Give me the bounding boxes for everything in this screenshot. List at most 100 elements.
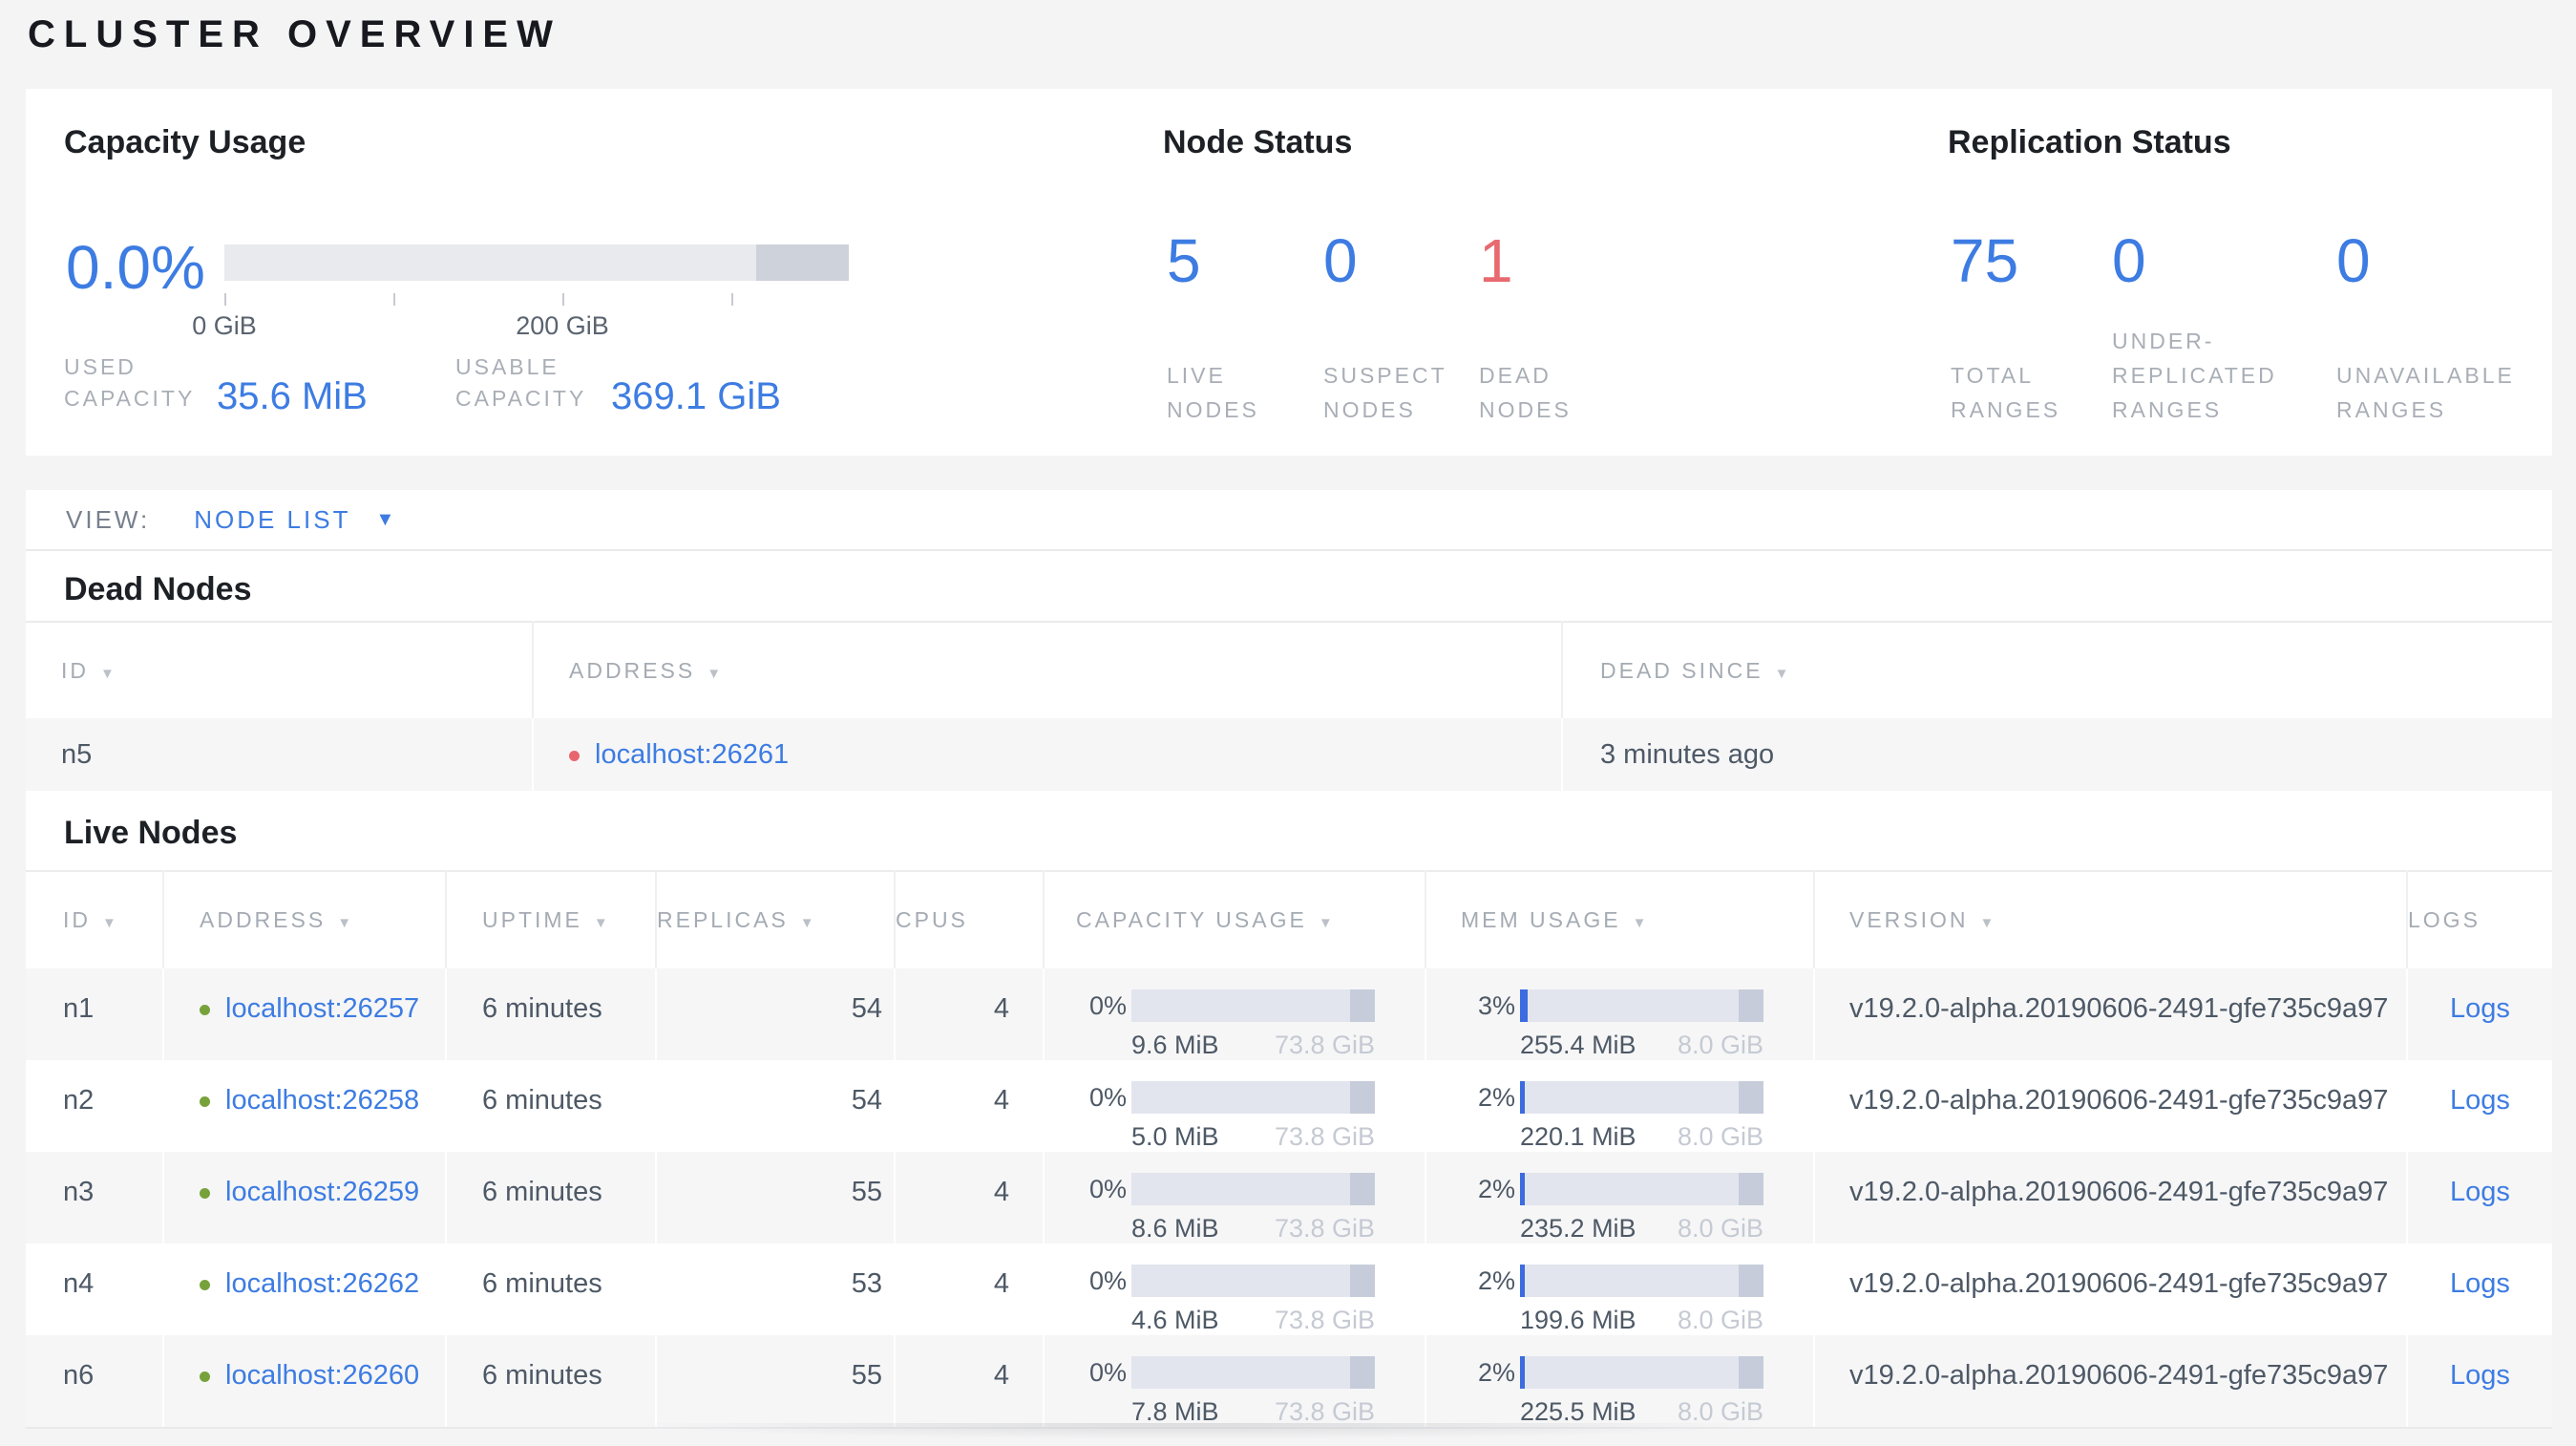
capacity-meter: [1131, 1265, 1375, 1297]
logs-link[interactable]: Logs: [2450, 1268, 2510, 1299]
version-cell: v19.2.0-alpha.20190606-2491-gfe735c9a97: [1813, 1152, 2407, 1244]
live-status-dot-icon: [200, 1005, 210, 1015]
column-header-id[interactable]: ID ▼: [26, 622, 533, 718]
suspect-nodes-label: SUSPECT NODES: [1323, 363, 1447, 422]
table-row: n6 localhost:26260 6 minutes 55 4 0% 7.8…: [26, 1335, 2552, 1429]
capacity-usage-cell: 0% 9.6 MiB 73.8 GiB: [1043, 968, 1425, 1060]
column-header-mem-usage[interactable]: MEM USAGE ▼: [1425, 871, 1814, 968]
sort-desc-icon: ▼: [799, 915, 817, 931]
replicas-cell: 55: [655, 1152, 895, 1244]
node-status-title: Node Status: [1163, 124, 1353, 160]
view-bar: VIEW: NODE LIST ▼: [26, 490, 2552, 551]
address-link[interactable]: localhost:26262: [225, 1268, 419, 1299]
address-link[interactable]: localhost:26260: [225, 1360, 419, 1391]
dead-nodes-stat: 1 DEAD NODES: [1479, 225, 1632, 427]
capacity-meter: [1131, 989, 1375, 1022]
sort-desc-icon: ▼: [593, 915, 611, 931]
used-capacity-label: USED CAPACITY: [64, 354, 196, 411]
dead-nodes-count: 1: [1479, 226, 1513, 295]
mem-meter: [1520, 1173, 1763, 1205]
mem-usage-cell: 2% 225.5 MiB 8.0 GiB: [1425, 1335, 1814, 1429]
capacity-usage-cell: 0% 7.8 MiB 73.8 GiB: [1043, 1335, 1425, 1429]
dead-node-row: n5 localhost:26261 3 minutes ago: [26, 718, 2552, 791]
column-header-version[interactable]: VERSION ▼: [1813, 871, 2407, 968]
address-link[interactable]: localhost:26257: [225, 993, 419, 1024]
logs-link[interactable]: Logs: [2450, 1177, 2510, 1207]
replication-status-title: Replication Status: [1948, 124, 2231, 160]
dropdown-icon[interactable]: ▼: [375, 509, 394, 531]
column-header-uptime[interactable]: UPTIME ▼: [445, 871, 656, 968]
dead-since-cell: 3 minutes ago: [1561, 718, 2552, 791]
version-cell: v19.2.0-alpha.20190606-2491-gfe735c9a97: [1813, 1060, 2407, 1152]
mem-usage-cell: 2% 220.1 MiB 8.0 GiB: [1425, 1060, 1814, 1152]
dead-status-dot-icon: [569, 750, 580, 761]
table-row: n4 localhost:26262 6 minutes 53 4 0% 4.6…: [26, 1244, 2552, 1335]
logs-link[interactable]: Logs: [2450, 1360, 2510, 1391]
column-header-id[interactable]: ID ▼: [26, 871, 163, 968]
axis-tick: [393, 293, 395, 306]
node-id-cell: n6: [26, 1335, 163, 1429]
live-nodes-stat: 5 LIVE NODES: [1167, 225, 1310, 427]
node-address-cell: localhost:26262: [162, 1244, 446, 1335]
axis-label-200: 200 GiB: [516, 311, 609, 340]
column-header-logs: LOGS: [2406, 871, 2552, 968]
column-header-address[interactable]: ADDRESS ▼: [162, 871, 446, 968]
column-header-capacity-usage[interactable]: CAPACITY USAGE ▼: [1043, 871, 1425, 968]
sort-desc-icon: ▼: [1318, 915, 1336, 931]
sort-desc-icon: ▼: [102, 915, 119, 931]
node-address-cell: localhost:26259: [162, 1152, 446, 1244]
logs-cell: Logs: [2406, 1244, 2552, 1335]
mem-meter: [1520, 1081, 1763, 1114]
address-link[interactable]: localhost:26258: [225, 1085, 419, 1116]
cpus-cell: 4: [894, 1060, 1044, 1152]
total-ranges-stat: 75 TOTAL RANGES: [1951, 225, 2113, 427]
logs-link[interactable]: Logs: [2450, 993, 2510, 1024]
live-status-dot-icon: [200, 1280, 210, 1290]
dead-nodes-header-row: ID ▼ ADDRESS ▼ DEAD SINCE ▼: [26, 622, 2552, 718]
under-replicated-count: 0: [2112, 226, 2146, 295]
under-replicated-stat: 0 UNDER-REPLICATED RANGES: [2112, 225, 2341, 427]
replicas-cell: 53: [655, 1244, 895, 1335]
version-cell: v19.2.0-alpha.20190606-2491-gfe735c9a97: [1813, 1335, 2407, 1429]
column-header-replicas[interactable]: REPLICAS ▼: [655, 871, 895, 968]
replicas-cell: 55: [655, 1335, 895, 1429]
table-row: n1 localhost:26257 6 minutes 54 4 0% 9.6…: [26, 968, 2552, 1060]
view-selector[interactable]: NODE LIST: [194, 505, 350, 535]
column-header-cpus[interactable]: CPUS: [894, 871, 1044, 968]
live-nodes-count: 5: [1167, 226, 1201, 295]
mem-usage-cell: 2% 199.6 MiB 8.0 GiB: [1425, 1244, 1814, 1335]
usable-capacity-value: 369.1 GiB: [611, 375, 781, 417]
address-link[interactable]: localhost:26261: [595, 739, 789, 770]
mem-meter: [1520, 989, 1763, 1022]
sort-desc-icon: ▼: [707, 665, 725, 682]
node-id-cell: n2: [63, 1085, 95, 1116]
uptime-cell: 6 minutes: [445, 968, 656, 1060]
logs-cell: Logs: [2406, 1060, 2552, 1152]
column-header-address[interactable]: ADDRESS ▼: [532, 622, 1562, 718]
live-nodes-table: ID ▼ ADDRESS ▼ UPTIME ▼ REPLICAS ▼ CPUS CAPA…: [26, 870, 2552, 1429]
node-address-cell: localhost:26261: [532, 718, 1562, 791]
table-row: n2 localhost:26258 6 minutes 54 4 0% 5.0…: [26, 1060, 2552, 1152]
page-title: CLUSTER OVERVIEW: [28, 13, 561, 55]
total-ranges-label: TOTAL RANGES: [1951, 363, 2061, 422]
live-nodes-heading: Live Nodes: [64, 815, 238, 851]
axis-tick: [731, 293, 733, 306]
address-link[interactable]: localhost:26259: [225, 1177, 419, 1207]
mem-meter: [1520, 1356, 1763, 1389]
replicas-cell: 54: [655, 1060, 895, 1152]
column-header-dead-since[interactable]: DEAD SINCE ▼: [1561, 622, 2552, 718]
capacity-usage-cell: 0% 8.6 MiB 73.8 GiB: [1043, 1152, 1425, 1244]
node-address-cell: localhost:26258: [162, 1060, 446, 1152]
suspect-nodes-count: 0: [1323, 226, 1358, 295]
cpus-cell: 4: [894, 1335, 1044, 1429]
capacity-usage-cell: 0% 5.0 MiB 73.8 GiB: [1043, 1060, 1425, 1152]
mem-usage-cell: 3% 255.4 MiB 8.0 GiB: [1425, 968, 1814, 1060]
unavailable-ranges-count: 0: [2336, 226, 2371, 295]
logs-link[interactable]: Logs: [2450, 1085, 2510, 1116]
mem-usage-cell: 2% 235.2 MiB 8.0 GiB: [1425, 1152, 1814, 1244]
capacity-usage-cell: 0% 4.6 MiB 73.8 GiB: [1043, 1244, 1425, 1335]
uptime-cell: 6 minutes: [445, 1060, 656, 1152]
live-nodes-header-row: ID ▼ ADDRESS ▼ UPTIME ▼ REPLICAS ▼ CPUS CAPA…: [26, 871, 2552, 968]
node-address-cell: localhost:26257: [162, 968, 446, 1060]
used-capacity-value: 35.6 MiB: [217, 375, 368, 417]
